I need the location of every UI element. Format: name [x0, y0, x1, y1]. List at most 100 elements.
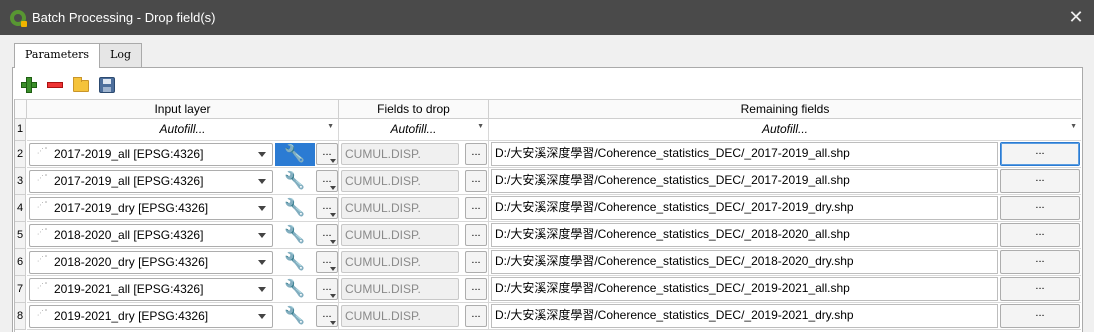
row-number: 7: [15, 276, 26, 303]
output-path-input[interactable]: D:/大安溪深度學習/Coherence_statistics_DEC/_201…: [491, 223, 998, 247]
output-path-input[interactable]: D:/大安溪深度學習/Coherence_statistics_DEC/_201…: [491, 304, 998, 328]
output-path-input[interactable]: D:/大安溪深度學習/Coherence_statistics_DEC/_201…: [491, 142, 998, 166]
advanced-options-button[interactable]: 🔧: [275, 143, 315, 166]
point-layer-icon: ⋰˚: [37, 229, 49, 236]
input-layer-combo[interactable]: ⋰˚ 2018-2020_dry [EPSG:4326]: [29, 251, 273, 274]
autofill-label: Autofill...: [761, 122, 809, 136]
browse-layer-button[interactable]: ...: [316, 224, 338, 246]
browse-output-button[interactable]: ...: [1000, 277, 1080, 301]
autofill-remaining-fields[interactable]: Autofill... ▼: [489, 119, 1081, 141]
dropdown-arrow-icon: [330, 240, 336, 244]
input-layer-value: 2018-2020_dry [EPSG:4326]: [54, 255, 209, 269]
header-input-layer[interactable]: Input layer: [27, 99, 339, 119]
add-row-icon[interactable]: [20, 76, 38, 94]
tab-log[interactable]: Log: [99, 43, 143, 67]
save-icon[interactable]: [98, 76, 116, 94]
browse-layer-button[interactable]: ...: [316, 251, 338, 273]
wrench-icon: 🔧: [284, 198, 306, 217]
input-layer-combo[interactable]: ⋰˚ 2018-2020_all [EPSG:4326]: [29, 224, 273, 247]
fields-to-drop-input[interactable]: CUMUL.DISP.: [341, 278, 459, 300]
browse-output-button[interactable]: ...: [1000, 196, 1080, 220]
point-layer-icon: ⋰˚: [37, 148, 49, 155]
point-layer-icon: ⋰˚: [37, 310, 49, 317]
tab-parameters[interactable]: Parameters: [14, 43, 101, 68]
advanced-options-button[interactable]: 🔧: [275, 278, 315, 301]
fields-to-drop-input[interactable]: CUMUL.DISP.: [341, 197, 459, 219]
input-layer-value: 2017-2019_all [EPSG:4326]: [54, 174, 204, 188]
select-fields-button[interactable]: ...: [465, 224, 487, 246]
browse-output-button[interactable]: ...: [1000, 250, 1080, 274]
browse-layer-button[interactable]: ...: [316, 305, 338, 327]
advanced-options-button[interactable]: 🔧: [275, 251, 315, 274]
header-fields-to-drop[interactable]: Fields to drop: [339, 99, 489, 119]
browse-output-button[interactable]: ...: [1000, 223, 1080, 247]
select-fields-button[interactable]: ...: [465, 197, 487, 219]
autofill-input-layer[interactable]: Autofill... ▼: [27, 119, 339, 141]
autofill-label: Autofill...: [159, 122, 206, 136]
select-fields-button[interactable]: ...: [465, 305, 487, 327]
input-layer-combo[interactable]: ⋰˚ 2019-2021_dry [EPSG:4326]: [29, 305, 273, 328]
fields-to-drop-input[interactable]: CUMUL.DISP.: [341, 305, 459, 327]
point-layer-icon: ⋰˚: [37, 202, 49, 209]
browse-layer-button[interactable]: ...: [316, 143, 338, 165]
output-path-input[interactable]: D:/大安溪深度學習/Coherence_statistics_DEC/_201…: [491, 196, 998, 220]
wrench-icon: 🔧: [284, 171, 306, 190]
input-layer-value: 2019-2021_all [EPSG:4326]: [54, 282, 204, 296]
fields-to-drop-input[interactable]: CUMUL.DISP.: [341, 251, 459, 273]
ellipsis-label: ...: [322, 254, 332, 266]
close-icon[interactable]: ✕: [1066, 7, 1086, 27]
open-icon[interactable]: [72, 76, 90, 94]
row-number: 2: [15, 141, 26, 168]
dropdown-arrow-icon: [330, 294, 336, 298]
advanced-options-button[interactable]: 🔧: [275, 197, 315, 220]
input-layer-value: 2017-2019_all [EPSG:4326]: [54, 147, 204, 161]
input-layer-combo[interactable]: ⋰˚ 2017-2019_all [EPSG:4326]: [29, 143, 273, 166]
output-path-input[interactable]: D:/大安溪深度學習/Coherence_statistics_DEC/_201…: [491, 169, 998, 193]
autofill-fields-to-drop[interactable]: Autofill... ▼: [339, 119, 489, 141]
input-layer-value: 2019-2021_dry [EPSG:4326]: [54, 309, 209, 323]
row-number: 5: [15, 222, 26, 249]
output-path-input[interactable]: D:/大安溪深度學習/Coherence_statistics_DEC/_201…: [491, 250, 998, 274]
wrench-icon: 🔧: [284, 225, 306, 244]
input-layer-combo[interactable]: ⋰˚ 2017-2019_dry [EPSG:4326]: [29, 197, 273, 220]
ellipsis-label: ...: [322, 200, 332, 212]
output-path-input[interactable]: D:/大安溪深度學習/Coherence_statistics_DEC/_201…: [491, 277, 998, 301]
corner-header: [15, 99, 27, 119]
input-layer-combo[interactable]: ⋰˚ 2017-2019_all [EPSG:4326]: [29, 170, 273, 193]
advanced-options-button[interactable]: 🔧: [275, 305, 315, 328]
wrench-icon: 🔧: [284, 306, 306, 325]
select-fields-button[interactable]: ...: [465, 251, 487, 273]
select-fields-button[interactable]: ...: [465, 170, 487, 192]
ellipsis-label: ...: [322, 227, 332, 239]
title-bar: Batch Processing - Drop field(s) ✕: [0, 0, 1094, 35]
chevron-down-icon: [258, 206, 266, 211]
window-title: Batch Processing - Drop field(s): [32, 10, 216, 25]
fields-to-drop-input[interactable]: CUMUL.DISP.: [341, 170, 459, 192]
browse-layer-button[interactable]: ...: [316, 197, 338, 219]
advanced-options-button[interactable]: 🔧: [275, 224, 315, 247]
remove-row-icon[interactable]: [46, 76, 64, 94]
fields-to-drop-input[interactable]: CUMUL.DISP.: [341, 143, 459, 165]
dropdown-arrow-icon: [330, 186, 336, 190]
browse-output-button[interactable]: ...: [1000, 304, 1080, 328]
input-layer-value: 2018-2020_all [EPSG:4326]: [54, 228, 204, 242]
autofill-label: Autofill...: [390, 122, 437, 136]
wrench-icon: 🔧: [284, 279, 306, 298]
header-remaining-fields[interactable]: Remaining fields: [489, 99, 1081, 119]
select-fields-button[interactable]: ...: [465, 278, 487, 300]
browse-output-button[interactable]: ...: [1000, 169, 1080, 193]
fields-to-drop-input[interactable]: CUMUL.DISP.: [341, 224, 459, 246]
select-fields-button[interactable]: ...: [465, 143, 487, 165]
dropdown-arrow-icon: [330, 159, 336, 163]
chevron-down-icon: [258, 287, 266, 292]
browse-layer-button[interactable]: ...: [316, 278, 338, 300]
chevron-down-icon: [258, 260, 266, 265]
browse-layer-button[interactable]: ...: [316, 170, 338, 192]
dropdown-arrow-icon: ▼: [327, 123, 334, 130]
input-layer-combo[interactable]: ⋰˚ 2019-2021_all [EPSG:4326]: [29, 278, 273, 301]
browse-output-button[interactable]: ...: [1000, 142, 1080, 166]
tab-bar: Parameters Log: [14, 43, 143, 68]
chevron-down-icon: [258, 179, 266, 184]
advanced-options-button[interactable]: 🔧: [275, 170, 315, 193]
qgis-logo-icon: [10, 9, 27, 27]
